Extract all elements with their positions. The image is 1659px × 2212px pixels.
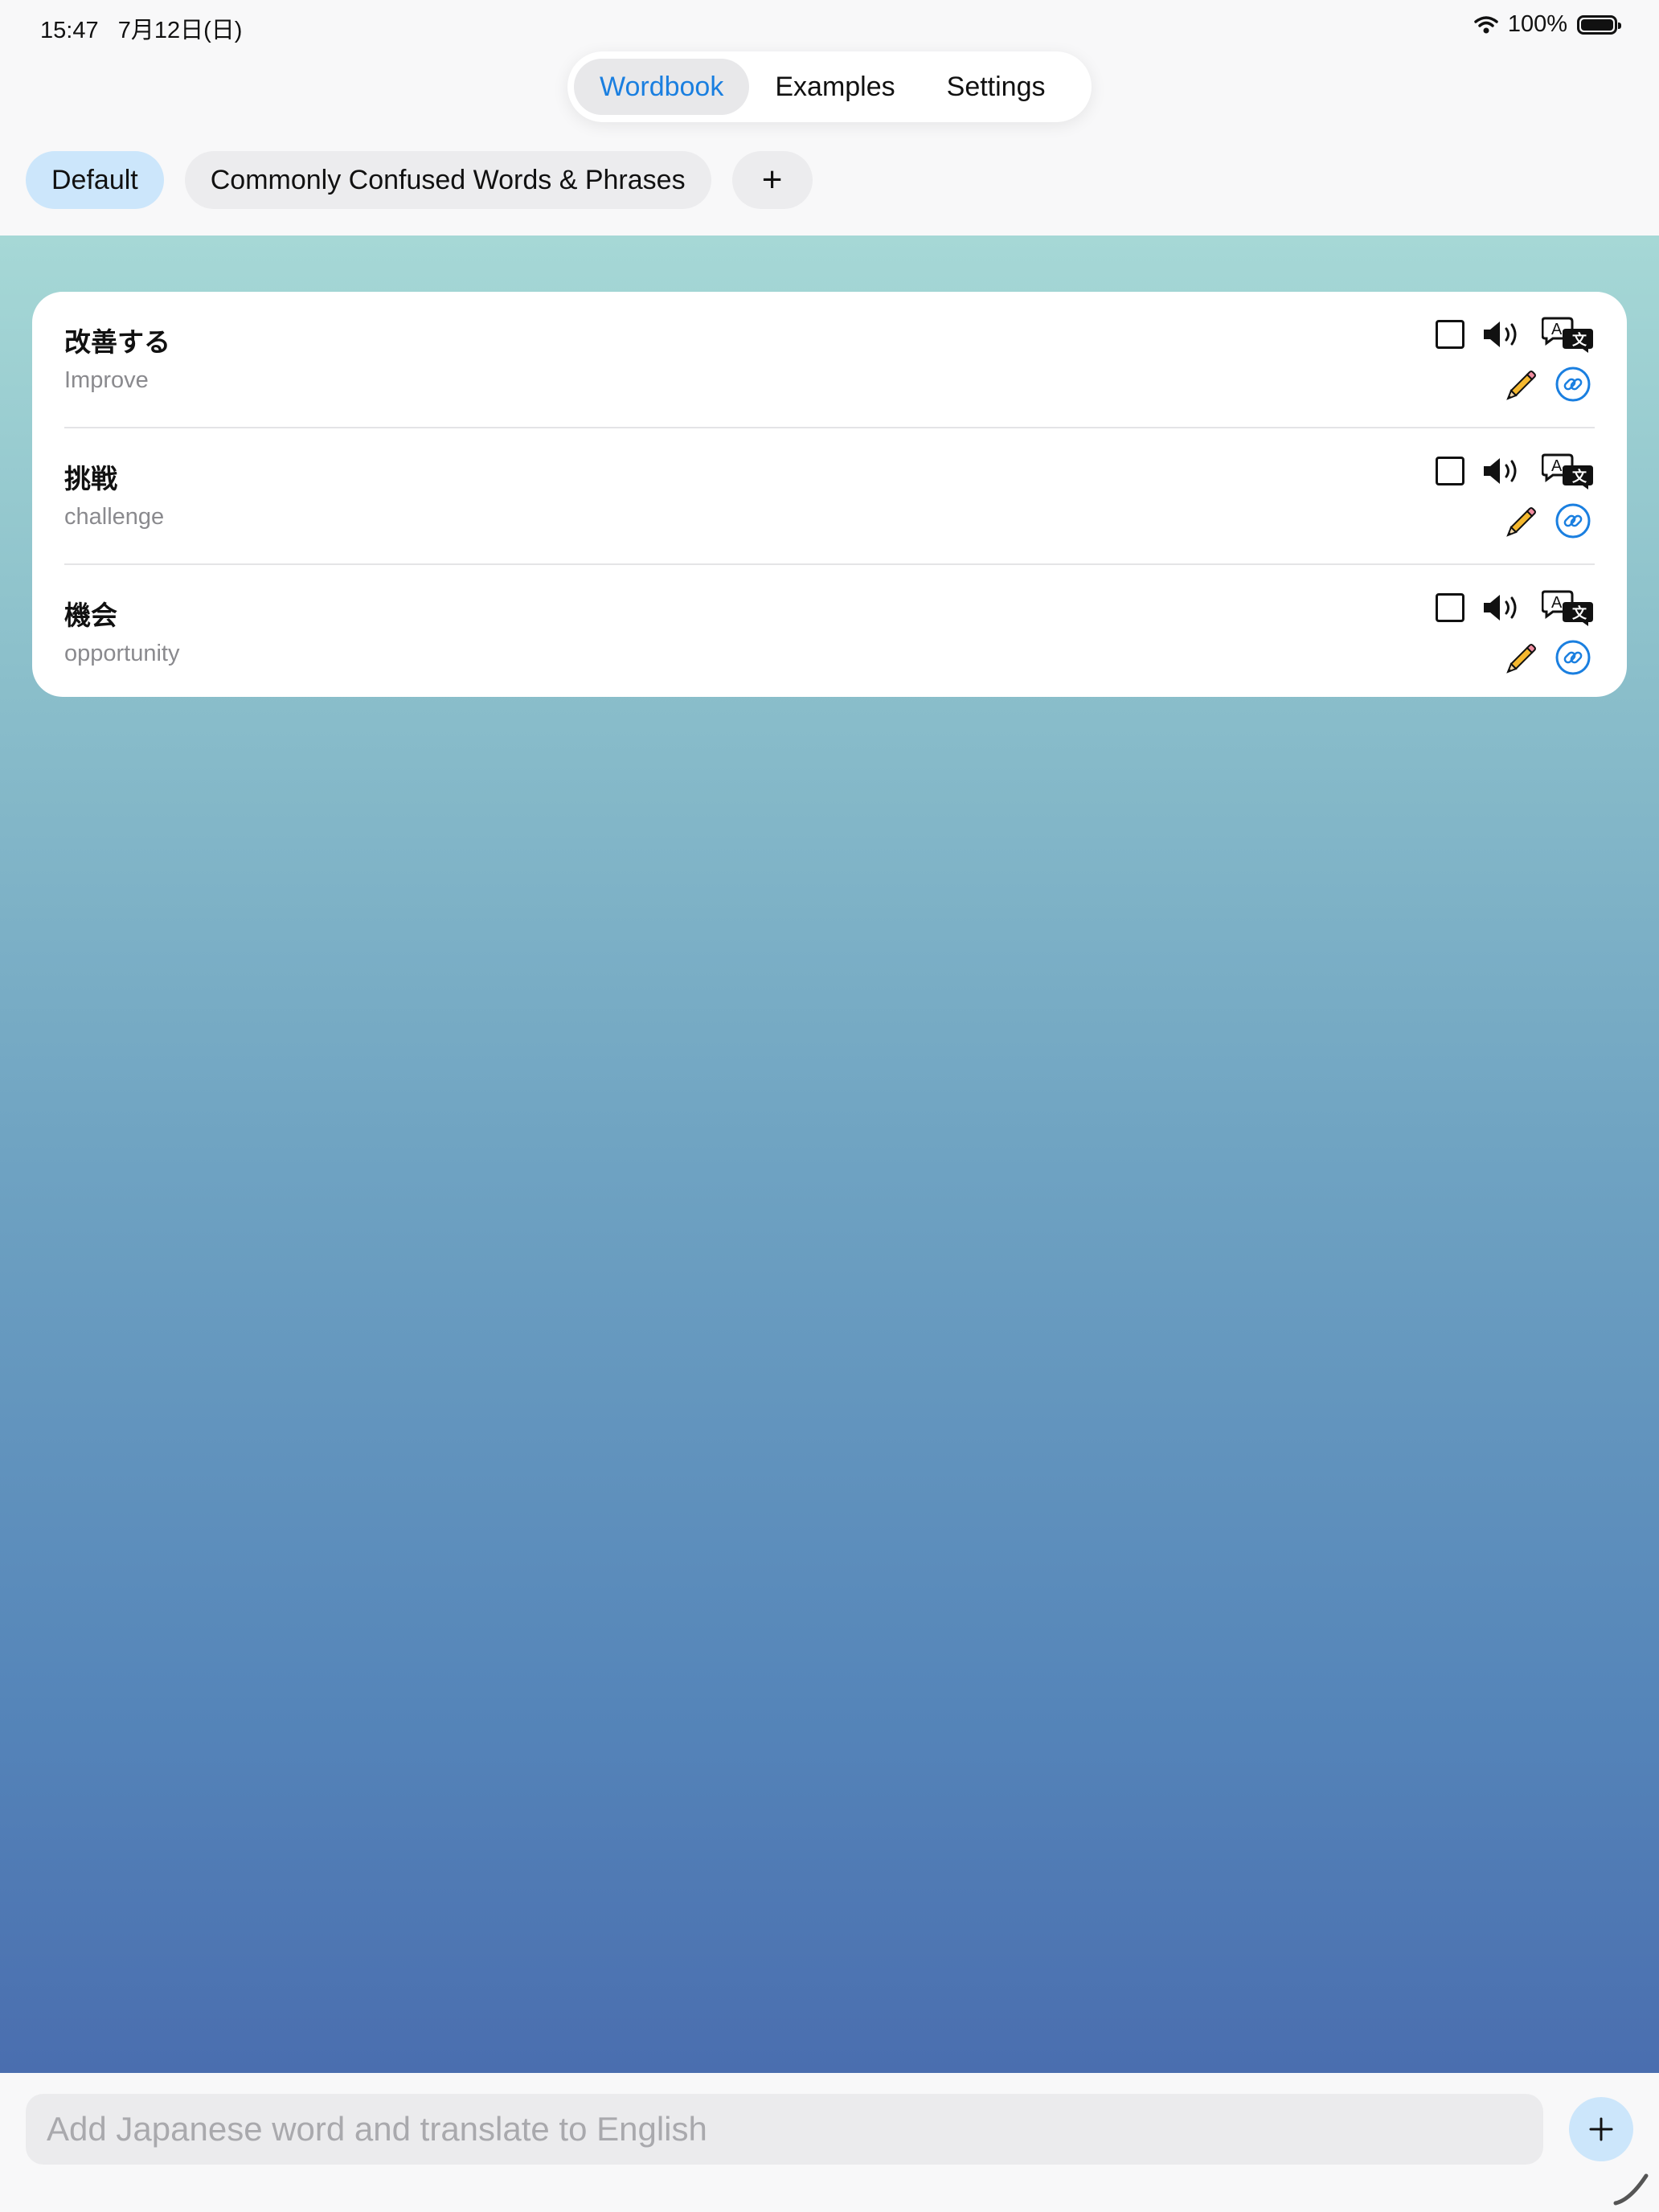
svg-text:文: 文: [1572, 331, 1587, 349]
translate-icon[interactable]: A 文: [1542, 316, 1595, 353]
word-english: challenge: [64, 504, 165, 530]
wifi-icon: [1474, 15, 1498, 35]
translate-icon[interactable]: A 文: [1542, 453, 1595, 490]
word-english: Improve: [64, 367, 149, 393]
tab-wordbook[interactable]: Wordbook: [574, 59, 750, 115]
learned-checkbox[interactable]: [1436, 593, 1464, 622]
content-area: 改善する Improve A 文 挑戦 challenge A 文 機会 opp…: [0, 236, 1659, 2073]
svg-text:A: A: [1551, 594, 1563, 612]
learned-checkbox[interactable]: [1436, 320, 1464, 349]
bottom-input-bar: [0, 2073, 1659, 2212]
tab-examples[interactable]: Examples: [749, 59, 920, 115]
wordbook-chip-default[interactable]: Default: [26, 151, 164, 209]
link-icon[interactable]: [1555, 502, 1591, 539]
pencil-icon[interactable]: [1505, 368, 1537, 400]
battery-icon: [1577, 14, 1621, 35]
word-japanese: 改善する: [64, 327, 170, 357]
pencil-icon[interactable]: [1505, 641, 1537, 674]
word-japanese: 挑戦: [64, 464, 117, 494]
status-bar: 15:47 7月12日(日) 100%: [0, 0, 1659, 51]
svg-text:A: A: [1551, 457, 1563, 475]
word-row: 機会 opportunity A 文: [64, 565, 1595, 700]
translate-icon[interactable]: A 文: [1542, 589, 1595, 626]
tab-bar: Wordbook Examples Settings: [567, 51, 1092, 122]
word-list-card: 改善する Improve A 文 挑戦 challenge A 文 機会 opp…: [32, 292, 1627, 697]
tab-settings[interactable]: Settings: [921, 59, 1071, 115]
pencil-corner-icon: [1611, 2168, 1651, 2208]
add-word-input[interactable]: [26, 2094, 1543, 2165]
speaker-icon[interactable]: [1482, 455, 1524, 487]
status-right: 100%: [1474, 11, 1621, 38]
learned-checkbox[interactable]: [1436, 457, 1464, 485]
word-row: 挑戦 challenge A 文: [64, 428, 1595, 565]
speaker-icon[interactable]: [1482, 318, 1524, 350]
add-word-button[interactable]: [1569, 2097, 1633, 2161]
word-english: opportunity: [64, 641, 180, 666]
link-icon[interactable]: [1555, 639, 1591, 676]
word-row: 改善する Improve A 文: [64, 292, 1595, 428]
wordbook-chips: Default Commonly Confused Words & Phrase…: [26, 151, 813, 209]
status-time: 15:47 7月12日(日): [40, 18, 243, 43]
pencil-icon[interactable]: [1505, 505, 1537, 537]
plus-icon: [1588, 2116, 1614, 2142]
wordbook-chip-confused-words[interactable]: Commonly Confused Words & Phrases: [184, 151, 711, 209]
word-japanese: 機会: [64, 600, 117, 630]
svg-text:A: A: [1551, 321, 1563, 338]
add-wordbook-button[interactable]: +: [731, 151, 813, 209]
link-icon[interactable]: [1555, 366, 1591, 403]
svg-text:文: 文: [1572, 604, 1587, 622]
battery-percent: 100%: [1507, 11, 1567, 37]
svg-text:文: 文: [1572, 468, 1587, 485]
speaker-icon[interactable]: [1482, 592, 1524, 624]
